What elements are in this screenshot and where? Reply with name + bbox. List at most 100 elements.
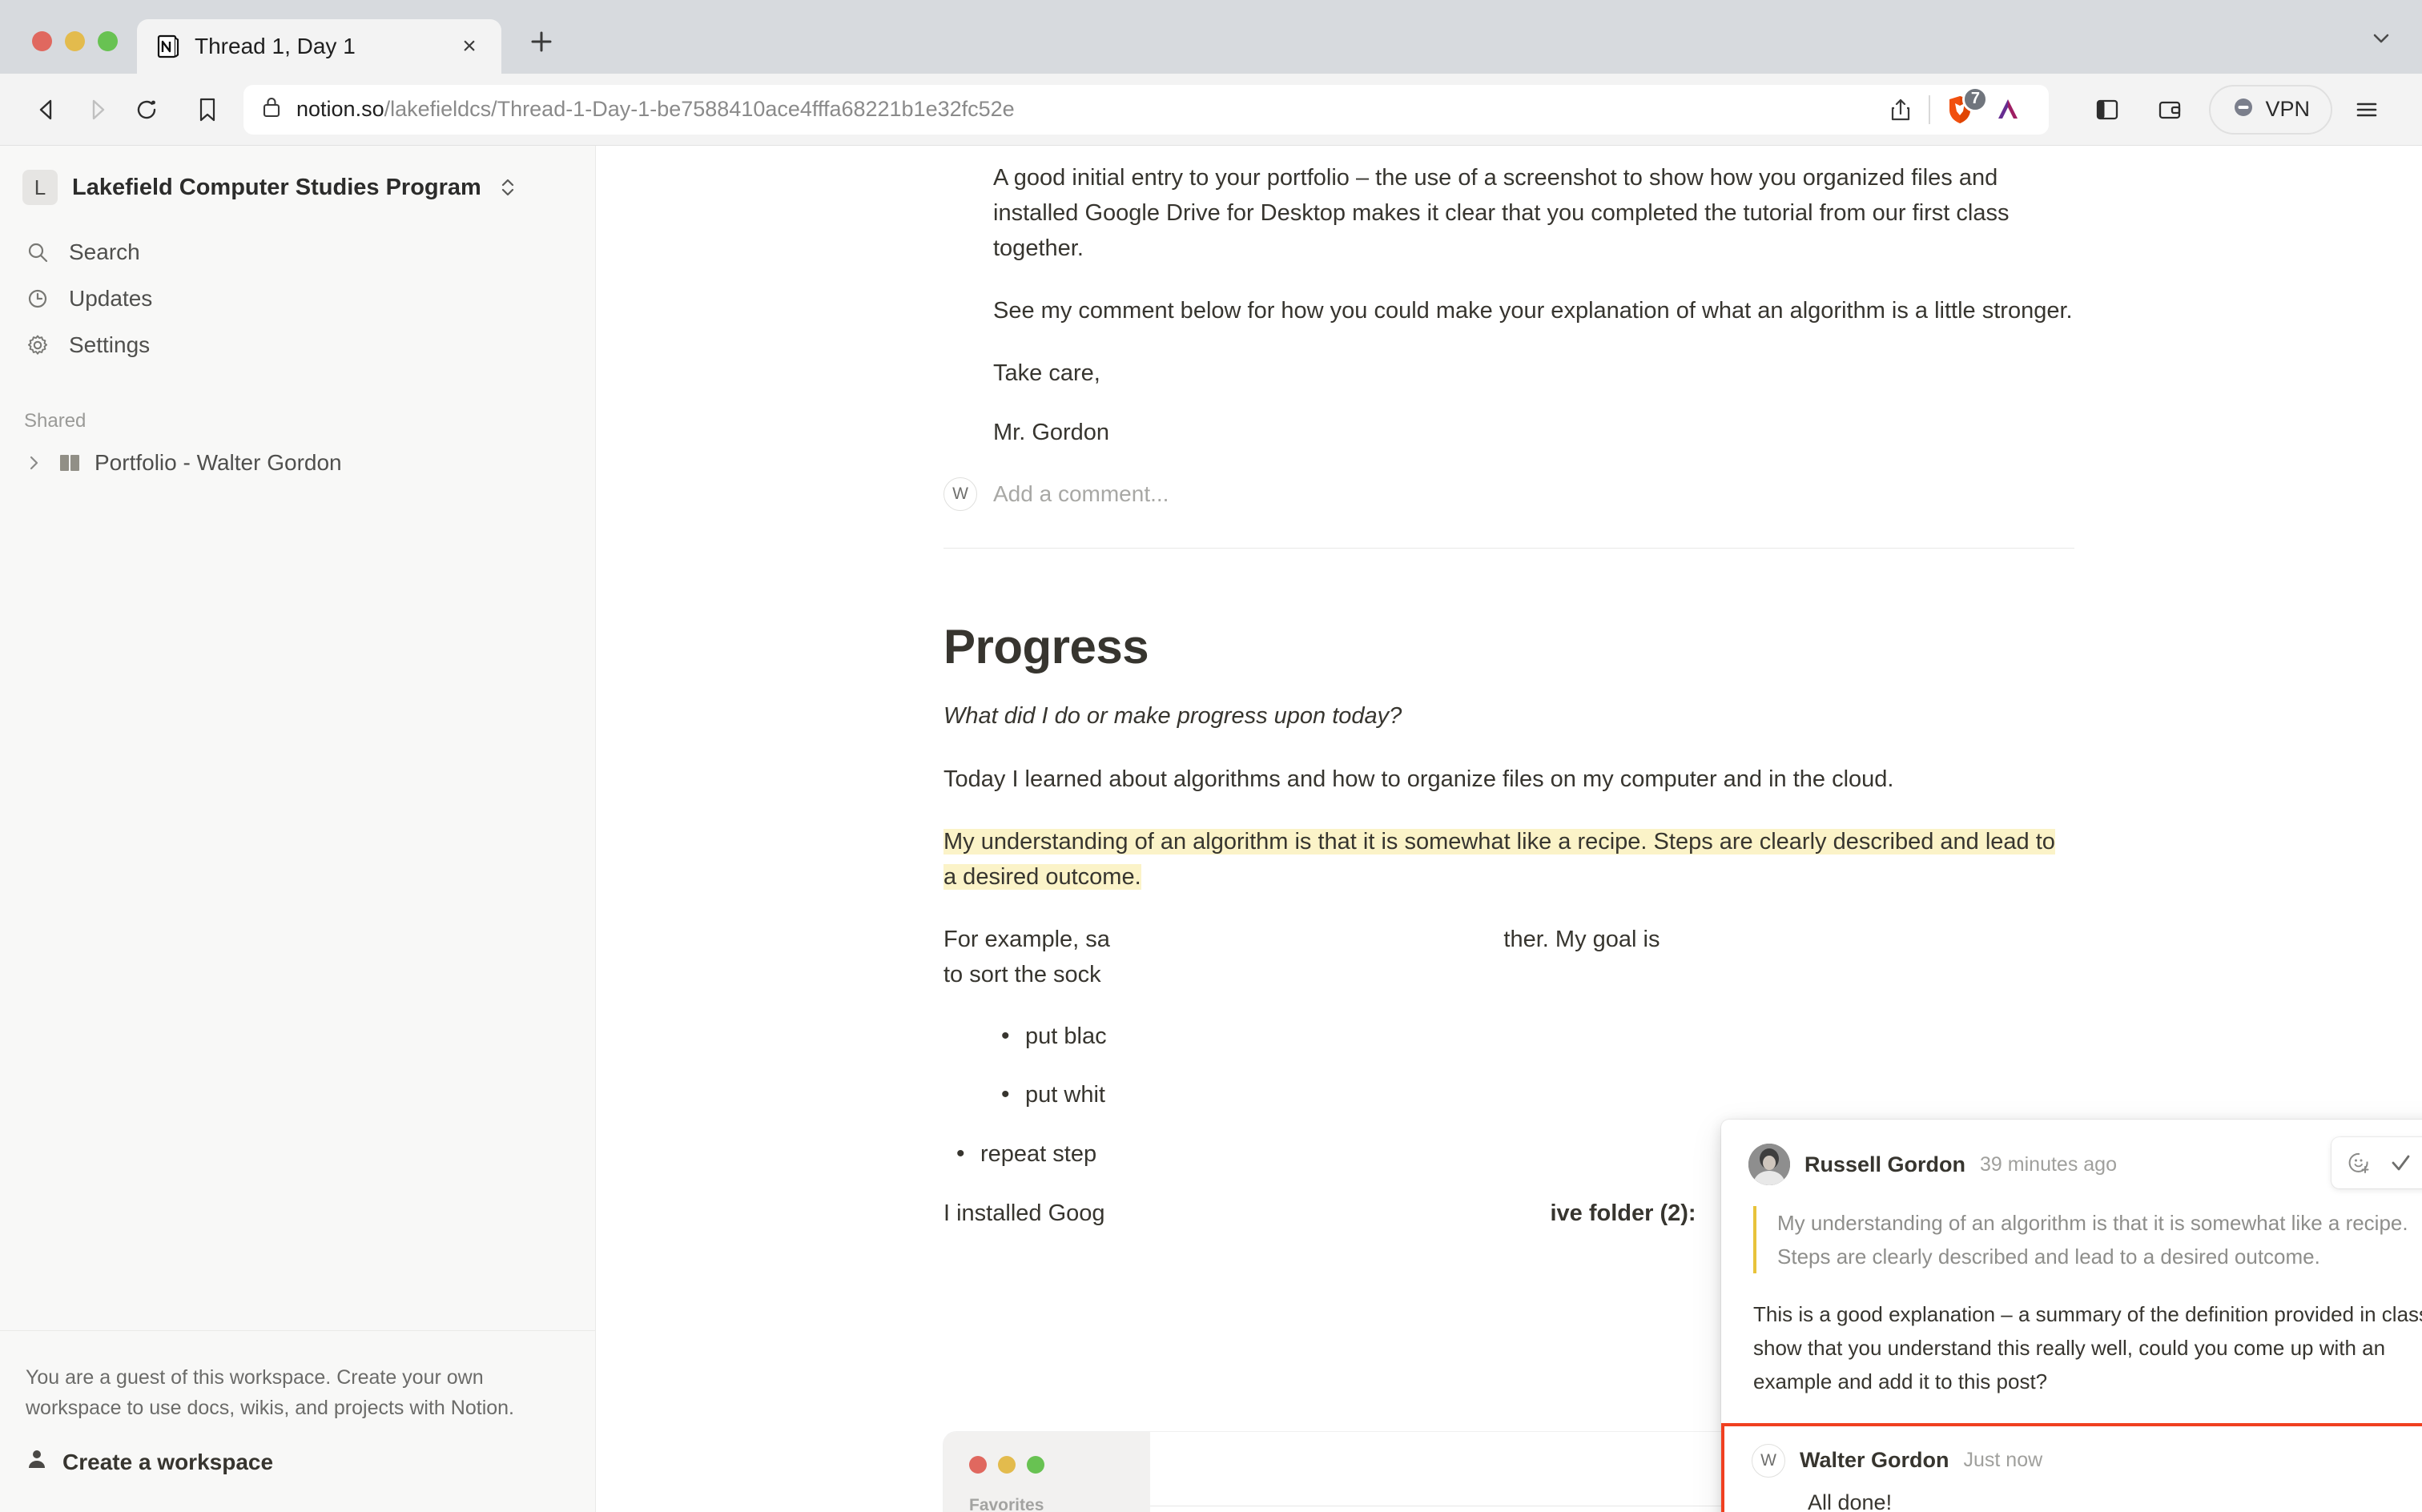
tabstrip-right-controls xyxy=(2368,25,2422,74)
tab-title: Thread 1, Day 1 xyxy=(195,34,441,59)
page-content: L Lakefield Computer Studies Program Sea… xyxy=(0,146,2422,1512)
avatar: W xyxy=(1752,1444,1785,1478)
chevron-updown-icon xyxy=(499,175,517,199)
lock-icon xyxy=(261,95,282,123)
sidebar-toggle-icon[interactable] xyxy=(2079,85,2135,135)
document-column: A good initial entry to your portfolio –… xyxy=(943,146,2074,1232)
comment-reply-highlighted: W Walter Gordon Just now All done! xyxy=(1721,1423,2422,1512)
browser-tab[interactable]: Thread 1, Day 1 × xyxy=(137,19,501,74)
finder-section-favorites: Favorites xyxy=(943,1494,1150,1512)
wallet-icon[interactable] xyxy=(2142,85,2198,135)
tabstrip-chevron-down-icon[interactable] xyxy=(2368,25,2395,56)
brave-rewards-icon[interactable] xyxy=(1985,86,2031,133)
sidebar-item-search[interactable]: Search xyxy=(0,229,595,275)
reply-author: Walter Gordon xyxy=(1800,1448,1949,1473)
workspace-switcher[interactable]: L Lakefield Computer Studies Program xyxy=(0,146,595,215)
notion-icon xyxy=(155,33,182,60)
bookmark-icon[interactable] xyxy=(183,85,232,135)
window-traffic-lights xyxy=(0,31,118,74)
install-text-start: I installed Goog xyxy=(943,1200,1105,1226)
install-text-end: ive folder (2): xyxy=(1550,1200,1696,1226)
highlight-span: My understanding of an algorithm is that… xyxy=(943,829,2055,890)
vpn-toggle-button[interactable]: VPN xyxy=(2209,85,2332,135)
doc-paragraph: A good initial entry to your portfolio –… xyxy=(943,160,2074,266)
sidebar-section-shared: Shared xyxy=(0,368,595,440)
doc-prompt: What did I do or make progress upon toda… xyxy=(943,698,2074,734)
new-tab-button[interactable] xyxy=(519,19,564,64)
comment-quoted-text: My understanding of an algorithm is that… xyxy=(1753,1206,2422,1273)
address-bar-actions: 7 xyxy=(1877,86,2031,133)
finder-close-button xyxy=(969,1456,987,1474)
page-title: Progress xyxy=(943,619,2074,674)
doc-paragraph: Mr. Gordon xyxy=(943,415,2074,450)
bullet-list-inner: put blac put whit xyxy=(943,1019,2074,1113)
forward-arrow-icon[interactable] xyxy=(72,85,122,135)
address-bar[interactable]: notion.so/lakefieldcs/Thread-1-Day-1-be7… xyxy=(243,85,2049,135)
resolve-check-icon[interactable] xyxy=(2380,1144,2421,1182)
sidebar-item-updates[interactable]: Updates xyxy=(0,275,595,322)
divider xyxy=(943,548,2074,549)
guest-notice: You are a guest of this workspace. Creat… xyxy=(26,1363,569,1423)
sidebar-nav: Search Updates Settings xyxy=(0,215,595,368)
comment-timestamp: 39 minutes ago xyxy=(1980,1153,2117,1176)
comment-popup[interactable]: Russell Gordon 39 minutes ago My underst… xyxy=(1721,1120,2422,1512)
url-domain: notion.so xyxy=(296,97,384,121)
doc-paragraph: Take care, xyxy=(943,356,2074,391)
sidebar-item-label: Search xyxy=(69,239,140,265)
doc-paragraph: See my comment below for how you could m… xyxy=(943,293,2074,328)
finder-sidebar: Favorites AirDrop Recents xyxy=(943,1432,1150,1512)
minimize-window-button[interactable] xyxy=(65,31,85,51)
back-arrow-icon[interactable] xyxy=(22,85,72,135)
example-text-line2: to sort the sock xyxy=(943,962,1101,987)
list-item: put whit xyxy=(988,1078,2074,1113)
chevron-right-icon[interactable] xyxy=(22,453,45,472)
add-reaction-icon[interactable] xyxy=(2338,1144,2380,1182)
reply-header: W Walter Gordon Just now xyxy=(1752,1444,2422,1478)
comment-header: Russell Gordon 39 minutes ago xyxy=(1748,1144,2422,1185)
hamburger-menu-icon[interactable] xyxy=(2339,85,2395,135)
share-icon[interactable] xyxy=(1877,86,1924,133)
search-icon xyxy=(22,237,53,267)
finder-minimize-button xyxy=(998,1456,1016,1474)
url-text: notion.so/lakefieldcs/Thread-1-Day-1-be7… xyxy=(296,97,1015,122)
vpn-status-icon xyxy=(2231,95,2255,123)
highlighted-paragraph: My understanding of an algorithm is that… xyxy=(943,824,2074,895)
toolbar-divider xyxy=(1929,95,1930,124)
avatar: W xyxy=(943,477,977,511)
comment-author: Russell Gordon xyxy=(1804,1152,1965,1177)
browser-window: Thread 1, Day 1 × notion.s xyxy=(0,0,2422,1512)
example-text-end: ther. My goal is xyxy=(1503,927,1660,952)
reload-icon[interactable] xyxy=(122,85,171,135)
finder-traffic-lights xyxy=(943,1453,1150,1494)
create-workspace-button[interactable]: Create a workspace xyxy=(26,1447,569,1477)
brave-shields-icon[interactable]: 7 xyxy=(1935,86,1985,133)
comment-thread: Russell Gordon 39 minutes ago My underst… xyxy=(1721,1120,2422,1404)
maximize-window-button[interactable] xyxy=(98,31,118,51)
workspace-avatar: L xyxy=(22,170,58,205)
url-path: /lakefieldcs/Thread-1-Day-1-be7588410ace… xyxy=(384,97,1015,121)
person-add-icon xyxy=(26,1447,50,1477)
close-window-button[interactable] xyxy=(32,31,52,51)
sidebar-item-settings[interactable]: Settings xyxy=(0,322,595,368)
reply-timestamp: Just now xyxy=(1964,1449,2043,1472)
inline-add-comment[interactable]: W Add a comment... xyxy=(943,477,2074,511)
clock-icon xyxy=(22,284,53,314)
notion-sidebar: L Lakefield Computer Studies Program Sea… xyxy=(0,146,596,1512)
tab-strip: Thread 1, Day 1 × xyxy=(0,0,2422,74)
toolbar-right-controls: VPN xyxy=(2079,85,2395,135)
browser-toolbar: notion.so/lakefieldcs/Thread-1-Day-1-be7… xyxy=(0,74,2422,146)
vpn-label: VPN xyxy=(2265,97,2310,122)
sidebar-item-label: Updates xyxy=(69,286,152,312)
sidebar-item-portfolio[interactable]: Portfolio - Walter Gordon xyxy=(0,440,595,485)
gear-icon xyxy=(22,330,53,360)
comment-body: This is a good explanation – a summary o… xyxy=(1753,1297,2422,1398)
notion-main-content: A good initial entry to your portfolio –… xyxy=(596,146,2422,1512)
example-text-start: For example, sa xyxy=(943,927,1110,952)
sidebar-item-label: Portfolio - Walter Gordon xyxy=(95,450,342,476)
comment-actions-toolbar xyxy=(2331,1137,2422,1188)
create-workspace-label: Create a workspace xyxy=(62,1450,273,1475)
sidebar-footer: You are a guest of this workspace. Creat… xyxy=(0,1330,595,1512)
doc-paragraph-example: For example, sa ther. My goal is to sort … xyxy=(943,922,2074,992)
close-tab-button[interactable]: × xyxy=(453,30,485,62)
avatar xyxy=(1748,1144,1790,1185)
